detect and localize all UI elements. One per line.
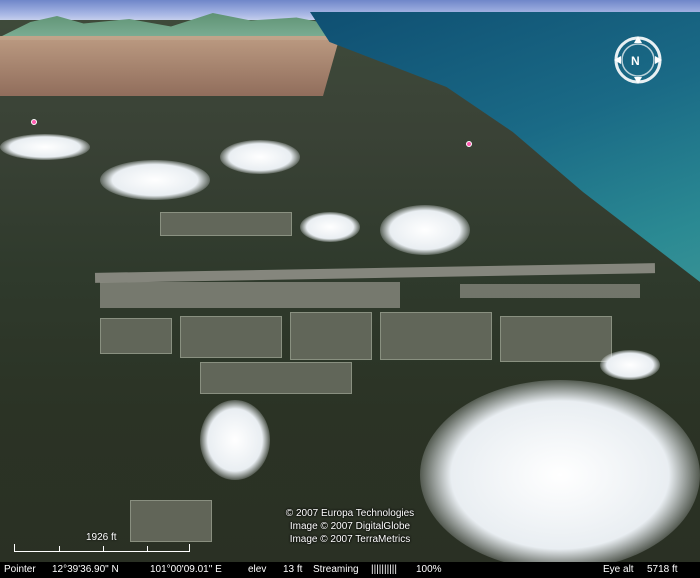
elev-label: elev	[248, 564, 267, 575]
copyright-line: Image © 2007 TerraMetrics	[289, 534, 411, 545]
streaming-label: Streaming	[313, 564, 359, 575]
cloud	[0, 134, 90, 160]
pointer-longitude: 101°00'09.01" E	[150, 564, 222, 575]
building-block	[380, 312, 492, 360]
pointer-latitude: 12°39'36.90" N	[52, 564, 119, 575]
building-block	[500, 316, 612, 362]
cloud	[100, 160, 210, 200]
streaming-percent: 100%	[416, 564, 442, 575]
cloud	[300, 212, 360, 242]
eye-alt-label: Eye alt	[603, 564, 634, 575]
streaming-progress-bar: ||||||||||	[371, 564, 397, 575]
compass-ring-icon[interactable]: N	[612, 34, 664, 86]
cloud	[220, 140, 300, 174]
imagery-copyright: © 2007 Europa Technologies Image © 2007 …	[260, 507, 440, 546]
status-bar: Pointer 12°39'36.90" N 101°00'09.01" E e…	[0, 562, 700, 578]
runway-apron	[100, 282, 400, 308]
cloud	[420, 380, 700, 570]
building-block	[100, 318, 172, 354]
scale-legend: 1926 ft	[14, 532, 194, 556]
town-area	[0, 36, 340, 96]
building-block	[160, 212, 292, 236]
scale-label: 1926 ft	[86, 532, 117, 543]
cloud	[380, 205, 470, 255]
compass-north-label: N	[631, 54, 640, 68]
cloud	[200, 400, 270, 480]
taxiway	[460, 284, 640, 298]
scale-bar	[14, 544, 190, 552]
copyright-line: Image © 2007 DigitalGlobe	[289, 521, 411, 532]
building-block	[200, 362, 352, 394]
eye-alt-value: 5718 ft	[647, 564, 678, 575]
placemark-pin[interactable]	[31, 119, 37, 125]
cloud	[600, 350, 660, 380]
copyright-line: © 2007 Europa Technologies	[285, 508, 415, 519]
building-block	[290, 312, 372, 360]
elev-value: 13 ft	[283, 564, 303, 575]
earth-3d-viewport[interactable]: N © 2007 Europa Technologies Image © 200…	[0, 0, 700, 578]
pointer-label: Pointer	[4, 564, 36, 575]
placemark-pin[interactable]	[466, 141, 472, 147]
building-block	[180, 316, 282, 358]
